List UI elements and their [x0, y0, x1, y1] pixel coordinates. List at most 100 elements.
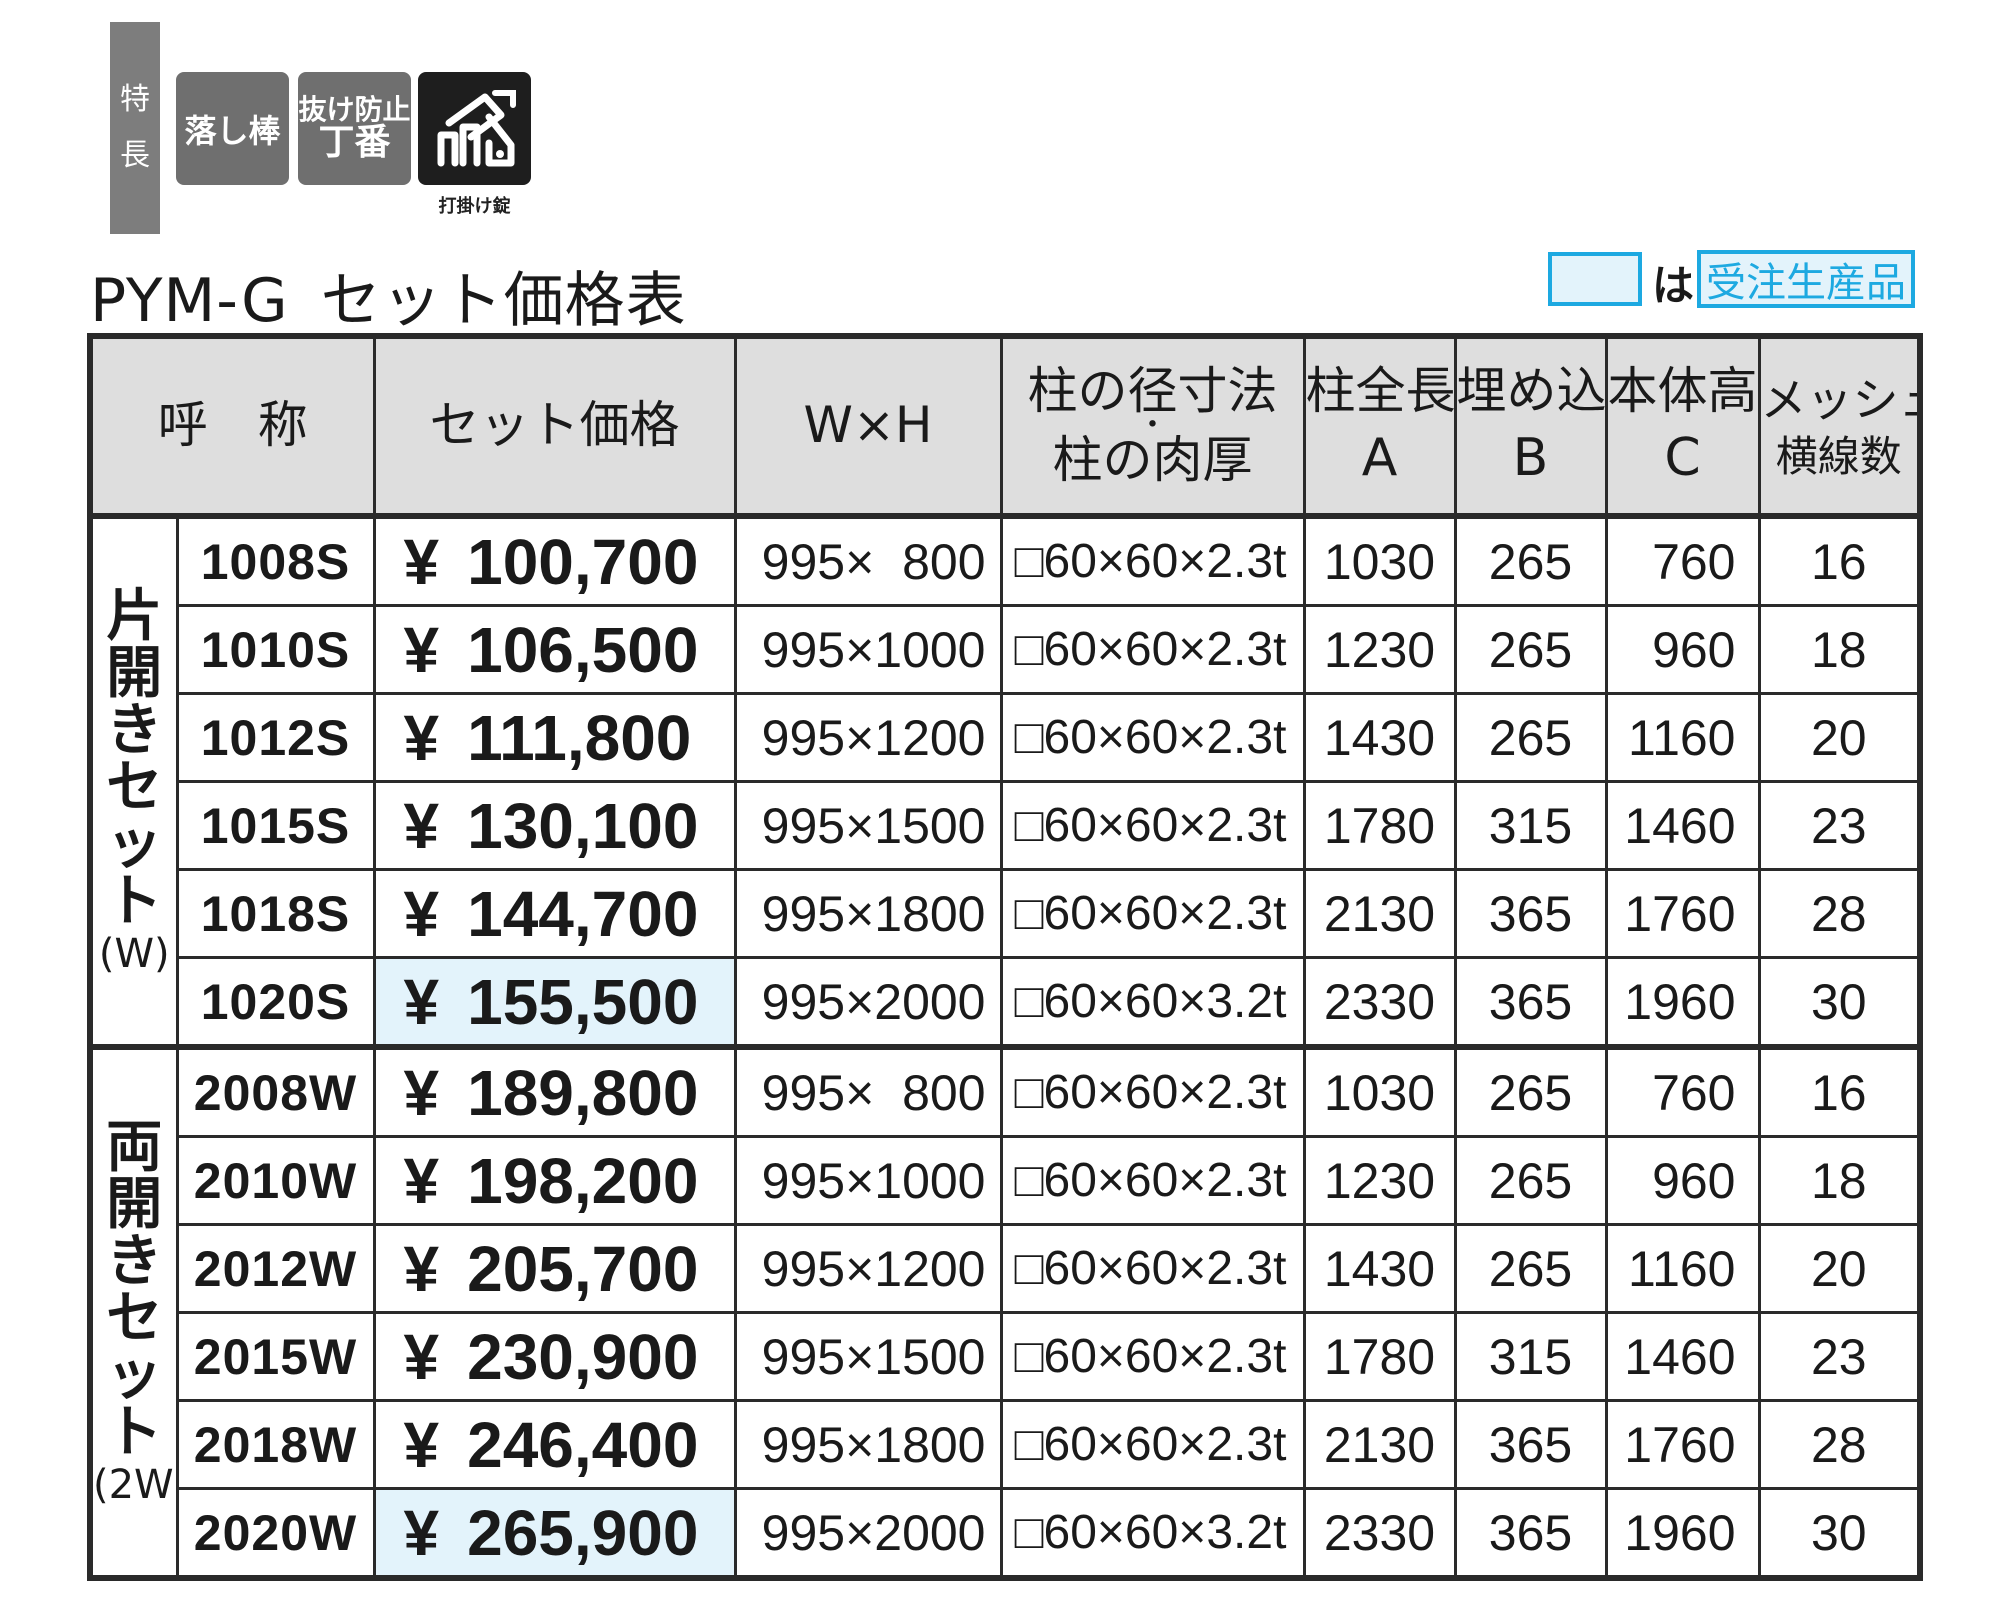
header-embed: 埋め込み B [1453, 334, 1608, 518]
price-value: 111,800 [467, 701, 692, 774]
group-label-char: 両 [106, 1114, 163, 1180]
drop-rod-label: 落し棒 [184, 111, 281, 150]
drop-rod-badge: 落し棒 [176, 72, 289, 185]
lift-off-hinge-label-1: 抜け防止 [298, 92, 411, 126]
post-length-a: 1030 [1302, 1044, 1457, 1138]
post-length-a: 1780 [1302, 780, 1457, 871]
embed-depth-b: 265 [1453, 604, 1608, 695]
set-price: ¥155,500 [372, 956, 737, 1049]
title-text: セット価格表 [320, 266, 687, 336]
model-code: 2020W [175, 1487, 376, 1580]
group-label: 片開きセット (W) [88, 513, 179, 1049]
wh-size: 995×1500 [733, 1311, 1003, 1402]
mesh-lines: 23 [1757, 780, 1922, 871]
body-height-c: 1160 [1604, 1223, 1761, 1314]
lift-off-hinge-badge: 抜け防止 丁番 [298, 72, 411, 185]
body-height-c: 760 [1604, 513, 1761, 607]
table-row: 2020W ¥265,900 995×2000 □60×60×3.2t 2330 365 1… [90, 1487, 1922, 1580]
header-price: セット価格 [372, 334, 737, 518]
model-code: 2010W [175, 1135, 376, 1226]
embed-depth-b: 365 [1453, 1399, 1608, 1490]
lift-off-hinge-label-2: 丁番 [318, 122, 391, 164]
table-row: 2010W ¥198,200 995×1000 □60×60×2.3t 1230 265 9… [90, 1135, 1922, 1226]
group-label-char: ッ [106, 812, 163, 878]
yen-sign: ¥ [403, 701, 440, 774]
body-height-c: 960 [1604, 604, 1761, 695]
post-size: □60×60×2.3t [999, 604, 1306, 695]
price-value: 144,700 [467, 877, 699, 950]
mesh-lines: 30 [1757, 956, 1922, 1049]
header-post: 柱の径寸法 ・ 柱の肉厚 [999, 334, 1306, 518]
header-length: 柱全長 A [1302, 334, 1457, 518]
wh-size: 995×1800 [733, 868, 1003, 959]
table-row: 1012S ¥111,800 995×1200 □60×60×2.3t 1430 265 1… [90, 692, 1922, 783]
mesh-lines: 16 [1757, 513, 1922, 607]
yen-sign: ¥ [403, 1056, 440, 1129]
table-header-row: 呼 称 セット価格 W×H 柱の径寸法 ・ 柱の肉厚 柱全長 A 埋め込み B … [88, 334, 1922, 518]
group-label-char: き [106, 1228, 163, 1294]
body-height-c: 1460 [1604, 1311, 1761, 1402]
yen-sign: ¥ [403, 613, 440, 686]
post-size: □60×60×2.3t [999, 1223, 1306, 1314]
mesh-lines: 20 [1757, 1223, 1922, 1314]
header-mesh: メッシュ 横線数 [1757, 334, 1922, 518]
group-label-char: 開 [106, 640, 163, 706]
set-price: ¥111,800 [372, 692, 737, 783]
model-code: 1012S [175, 692, 376, 783]
header-length-line2: A [1361, 427, 1398, 488]
yen-sign: ¥ [403, 789, 440, 862]
body-height-c: 1760 [1604, 868, 1761, 959]
embed-depth-b: 265 [1453, 1135, 1608, 1226]
set-price: ¥205,700 [372, 1223, 737, 1314]
header-length-line1: 柱全長 [1305, 362, 1455, 421]
embed-depth-b: 365 [1453, 868, 1608, 959]
post-length-a: 2330 [1302, 1487, 1457, 1580]
post-size: □60×60×2.3t [999, 692, 1306, 783]
set-price: ¥230,900 [372, 1311, 737, 1402]
wh-size: 995×1800 [733, 1399, 1003, 1490]
mesh-lines: 23 [1757, 1311, 1922, 1402]
latch-lock-caption: 打掛け錠 [438, 196, 511, 217]
made-to-order-swatch [1548, 252, 1642, 306]
mesh-lines: 20 [1757, 692, 1922, 783]
yen-sign: ¥ [403, 1320, 440, 1393]
mesh-lines: 18 [1757, 1135, 1922, 1226]
price-value: 100,700 [467, 525, 699, 598]
set-price: ¥106,500 [372, 604, 737, 695]
post-length-a: 2130 [1302, 1399, 1457, 1490]
price-value: 205,700 [467, 1232, 699, 1305]
group-label-char: セ [106, 1286, 163, 1352]
set-price: ¥189,800 [372, 1044, 737, 1138]
model-code: 1020S [175, 956, 376, 1049]
price-value: 198,200 [467, 1144, 699, 1217]
group-label-char: ッ [106, 1343, 163, 1409]
embed-depth-b: 265 [1453, 1044, 1608, 1138]
group-label-char: ト [106, 869, 163, 935]
table-row: 2015W ¥230,900 995×1500 □60×60×2.3t 1780 315 1… [90, 1311, 1922, 1402]
model-code: 2015W [175, 1311, 376, 1402]
post-length-a: 1780 [1302, 1311, 1457, 1402]
wh-size: 995×2000 [733, 1487, 1003, 1580]
group-label-char: き [106, 697, 163, 763]
body-height-c: 1960 [1604, 1487, 1761, 1580]
post-size: □60×60×2.3t [999, 1044, 1306, 1138]
header-height-line2: C [1664, 427, 1701, 488]
body-height-c: 760 [1604, 1044, 1761, 1138]
price-value: 106,500 [467, 613, 699, 686]
price-table: 呼 称 セット価格 W×H 柱の径寸法 ・ 柱の肉厚 柱全長 A 埋め込み B … [87, 333, 1923, 1581]
latch-lock-icon [437, 89, 516, 166]
post-length-a: 1030 [1302, 513, 1457, 607]
page-title: PYM-G セット価格表 [90, 252, 687, 339]
body-height-c: 1960 [1604, 956, 1761, 1049]
mesh-lines: 28 [1757, 1399, 1922, 1490]
group-label-char: ト [106, 1400, 163, 1466]
model-code: 2018W [175, 1399, 376, 1490]
group-label-char: 開 [106, 1171, 163, 1237]
post-size: □60×60×3.2t [999, 1487, 1306, 1580]
post-size: □60×60×2.3t [999, 1135, 1306, 1226]
model-code: 1018S [175, 868, 376, 959]
wh-size: 995×1000 [733, 604, 1003, 695]
header-height: 本体高さ C [1604, 334, 1761, 518]
table-row: 1020S ¥155,500 995×2000 □60×60×3.2t 2330 365 1… [90, 956, 1922, 1049]
post-length-a: 1430 [1302, 692, 1457, 783]
